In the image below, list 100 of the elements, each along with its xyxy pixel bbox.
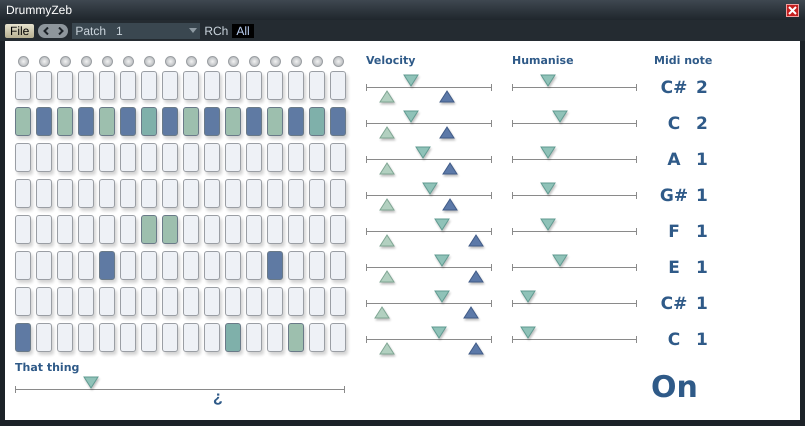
step-pad[interactable] xyxy=(204,143,220,172)
step-pad-lit[interactable] xyxy=(15,107,31,136)
step-pad[interactable] xyxy=(57,251,73,280)
slider-thumb-up-icon[interactable] xyxy=(468,234,484,247)
step-pad[interactable] xyxy=(225,179,241,208)
step-pad[interactable] xyxy=(57,287,73,316)
step-pad[interactable] xyxy=(225,215,241,244)
step-pad-lit[interactable] xyxy=(141,107,157,136)
step-pad[interactable] xyxy=(99,179,115,208)
step-pad[interactable] xyxy=(99,323,115,352)
step-pad[interactable] xyxy=(78,143,94,172)
slider-thumb-down-icon[interactable] xyxy=(403,74,420,87)
step-pad[interactable] xyxy=(141,143,157,172)
step-pad[interactable] xyxy=(162,179,178,208)
step-pad[interactable] xyxy=(15,215,31,244)
slider-thumb-down-icon[interactable] xyxy=(434,218,450,231)
step-pad-lit[interactable] xyxy=(246,107,262,136)
step-pad[interactable] xyxy=(246,179,262,208)
step-pad-lit[interactable] xyxy=(99,251,115,280)
step-pad[interactable] xyxy=(99,71,115,100)
step-pad-lit[interactable] xyxy=(57,107,73,136)
step-pad-lit[interactable] xyxy=(120,107,136,136)
slider-thumb-up-icon[interactable] xyxy=(379,162,396,175)
step-pad[interactable] xyxy=(204,215,220,244)
slider-thumb-down-icon[interactable] xyxy=(403,110,420,123)
step-pad[interactable] xyxy=(267,323,283,352)
step-pad[interactable] xyxy=(183,143,199,172)
step-pad[interactable] xyxy=(15,71,31,100)
step-pad[interactable] xyxy=(267,287,283,316)
step-pad-lit[interactable] xyxy=(36,107,52,136)
step-pad[interactable] xyxy=(183,323,199,352)
step-pad[interactable] xyxy=(330,179,346,208)
step-pad[interactable] xyxy=(309,143,325,172)
step-pad-lit[interactable] xyxy=(309,107,325,136)
patch-dropdown[interactable]: Patch 1 xyxy=(72,22,200,38)
step-pad[interactable] xyxy=(78,215,94,244)
step-pad[interactable] xyxy=(36,179,52,208)
step-pad[interactable] xyxy=(162,287,178,316)
slider-thumb-down-icon[interactable] xyxy=(414,146,431,159)
step-pad[interactable] xyxy=(78,287,94,316)
slider-thumb-down-icon[interactable] xyxy=(434,290,450,303)
slider-thumb-up-icon[interactable] xyxy=(438,90,455,103)
step-pad-lit[interactable] xyxy=(225,323,241,352)
slider-thumb-down-icon[interactable] xyxy=(540,74,556,87)
step-pad[interactable] xyxy=(330,287,346,316)
close-button[interactable] xyxy=(786,4,799,16)
step-pad[interactable] xyxy=(99,143,115,172)
step-pad[interactable] xyxy=(57,71,73,100)
step-pad[interactable] xyxy=(225,287,241,316)
step-pad[interactable] xyxy=(162,323,178,352)
step-pad[interactable] xyxy=(141,251,157,280)
step-pad[interactable] xyxy=(78,71,94,100)
step-pad[interactable] xyxy=(246,71,262,100)
step-pad[interactable] xyxy=(141,179,157,208)
step-pad-lit[interactable] xyxy=(99,107,115,136)
step-pad[interactable] xyxy=(120,179,136,208)
step-pad-lit[interactable] xyxy=(267,251,283,280)
slider-thumb-down-icon[interactable] xyxy=(520,326,536,339)
next-button[interactable] xyxy=(53,24,68,38)
slider-thumb-up-icon[interactable] xyxy=(442,198,458,211)
slider-thumb-down-icon[interactable] xyxy=(552,110,568,123)
step-pad[interactable] xyxy=(57,215,73,244)
step-pad[interactable] xyxy=(225,251,241,280)
step-pad[interactable] xyxy=(141,323,157,352)
slider-thumb-down-icon[interactable] xyxy=(552,254,568,267)
slider-thumb-up-icon[interactable] xyxy=(374,306,390,319)
step-pad-lit[interactable] xyxy=(15,323,31,352)
step-pad[interactable] xyxy=(309,215,325,244)
step-pad[interactable] xyxy=(120,143,136,172)
step-pad[interactable] xyxy=(246,251,262,280)
step-pad-lit[interactable] xyxy=(267,107,283,136)
step-pad[interactable] xyxy=(225,143,241,172)
step-pad[interactable] xyxy=(246,215,262,244)
slider-thumb-down-icon[interactable] xyxy=(434,254,450,267)
slider-thumb-up-icon[interactable] xyxy=(379,234,396,247)
step-pad[interactable] xyxy=(330,323,346,352)
slider-thumb-up-icon[interactable] xyxy=(379,126,396,139)
step-pad[interactable] xyxy=(330,143,346,172)
step-pad[interactable] xyxy=(15,287,31,316)
step-pad[interactable] xyxy=(288,251,304,280)
slider-thumb-down-icon[interactable] xyxy=(520,290,536,303)
step-pad[interactable] xyxy=(57,323,73,352)
step-pad[interactable] xyxy=(288,179,304,208)
step-pad[interactable] xyxy=(330,71,346,100)
step-pad[interactable] xyxy=(204,179,220,208)
slider-thumb-down-icon[interactable] xyxy=(422,182,438,195)
step-pad[interactable] xyxy=(309,71,325,100)
step-pad[interactable] xyxy=(57,143,73,172)
step-pad-lit[interactable] xyxy=(330,107,346,136)
slider-thumb-up-icon[interactable] xyxy=(462,306,479,319)
slider-thumb-up-icon[interactable] xyxy=(379,342,396,355)
step-pad[interactable] xyxy=(246,287,262,316)
step-pad[interactable] xyxy=(309,251,325,280)
step-pad[interactable] xyxy=(36,251,52,280)
step-pad-lit[interactable] xyxy=(162,107,178,136)
step-pad[interactable] xyxy=(183,179,199,208)
channel-selector[interactable]: All xyxy=(232,24,254,38)
step-pad-lit[interactable] xyxy=(141,215,157,244)
step-pad[interactable] xyxy=(267,71,283,100)
step-pad[interactable] xyxy=(267,215,283,244)
